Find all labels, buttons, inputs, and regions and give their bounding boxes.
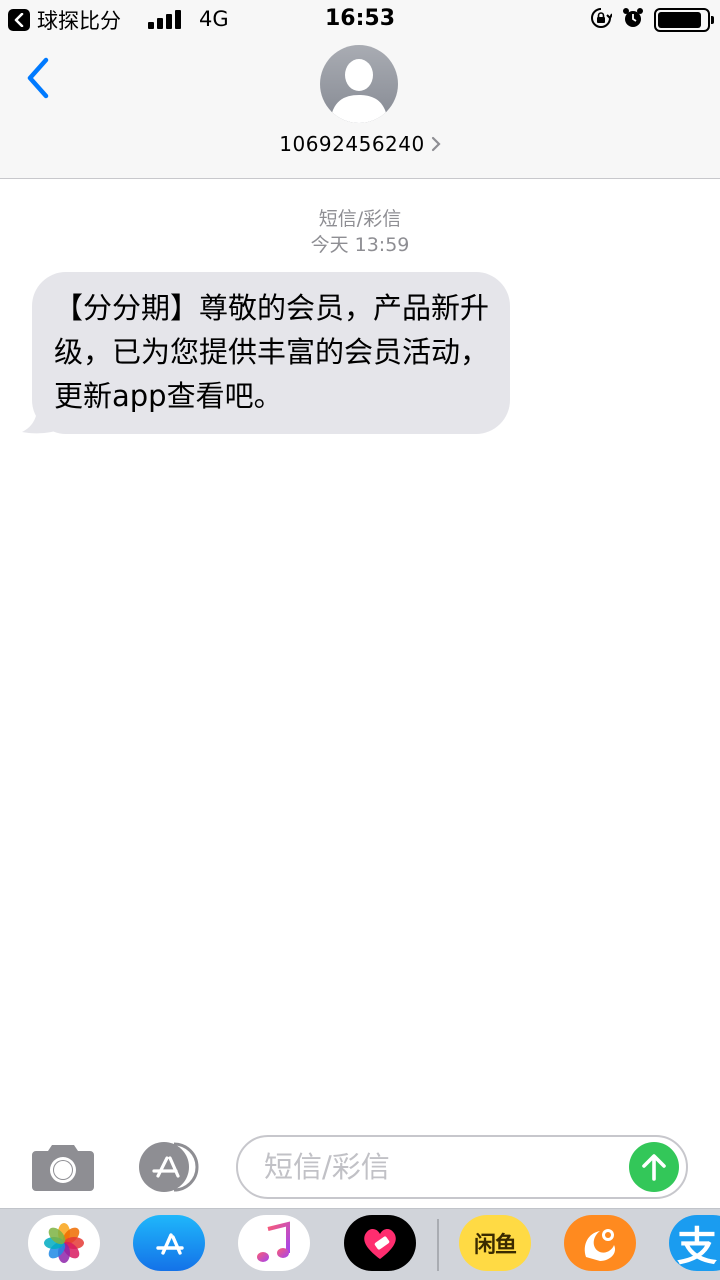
- rotation-lock-icon: [590, 7, 613, 33]
- chevron-right-icon: [431, 136, 441, 152]
- back-button[interactable]: [14, 54, 62, 102]
- alipay-app-button[interactable]: 支: [669, 1215, 720, 1271]
- message-type-label: 短信/彩信: [318, 208, 402, 230]
- photos-icon: [44, 1223, 84, 1263]
- uc-browser-app-button[interactable]: [564, 1215, 636, 1271]
- apps-button[interactable]: [134, 1140, 204, 1194]
- app-store-app-button[interactable]: [133, 1215, 205, 1271]
- chevron-left-icon: [27, 57, 49, 99]
- message-input[interactable]: [262, 1137, 622, 1197]
- arrow-up-icon: [642, 1154, 666, 1181]
- camera-icon: [32, 1145, 94, 1191]
- alipay-icon: 支: [677, 1224, 717, 1270]
- music-note-icon: [257, 1221, 290, 1262]
- imessage-app-drawer: 闲鱼 支: [0, 1208, 720, 1280]
- battery-fill: [658, 12, 702, 28]
- contact-number: 10692456240: [279, 132, 425, 156]
- conversation-header: 10692456240: [0, 40, 720, 179]
- xianyu-icon: 闲鱼: [473, 1233, 517, 1258]
- send-button[interactable]: [629, 1142, 679, 1192]
- camera-button[interactable]: [30, 1141, 96, 1193]
- message-bubble: 【分分期】尊敬的会员，产品新升级，已为您提供丰富的会员活动，更新app查看吧。: [32, 272, 510, 434]
- heart-icon: [364, 1228, 396, 1259]
- photos-app-button[interactable]: [28, 1215, 100, 1271]
- incoming-message[interactable]: 【分分期】尊敬的会员，产品新升级，已为您提供丰富的会员活动，更新app查看吧。: [22, 272, 510, 434]
- status-icons: [590, 7, 714, 33]
- xianyu-app-button[interactable]: 闲鱼: [459, 1215, 531, 1271]
- battery-icon: [654, 8, 714, 32]
- compose-field: [236, 1135, 688, 1199]
- app-strip-divider: [437, 1219, 439, 1271]
- app-store-icon: [139, 1142, 199, 1192]
- music-app-button[interactable]: [238, 1215, 310, 1271]
- digital-touch-app-button[interactable]: [344, 1215, 416, 1271]
- status-bar: 球探比分 4G 16:53: [0, 0, 720, 40]
- app-store-icon: [156, 1233, 184, 1255]
- compose-bar: [0, 1125, 720, 1209]
- contact-details-button[interactable]: 10692456240: [0, 132, 720, 156]
- contact-avatar[interactable]: [320, 45, 398, 123]
- uc-browser-icon: [584, 1229, 616, 1261]
- person-silhouette-icon: [330, 59, 388, 123]
- alarm-icon: [622, 7, 644, 33]
- message-timestamp: 今天 13:59: [310, 234, 410, 256]
